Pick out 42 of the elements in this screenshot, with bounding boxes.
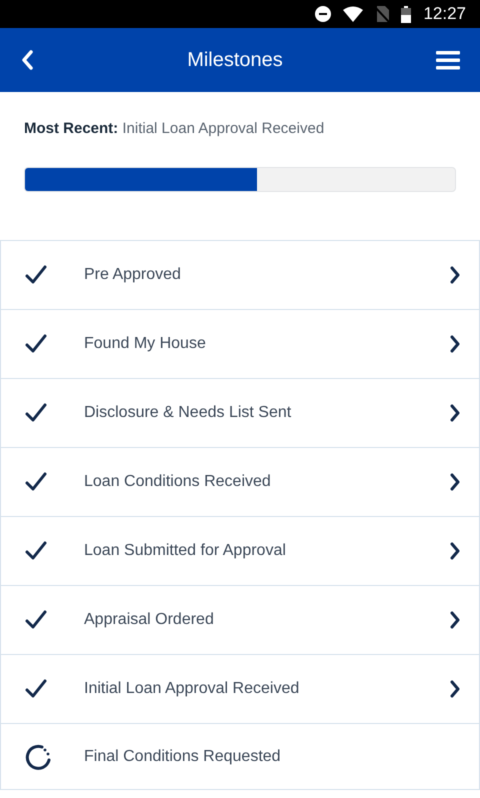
chevron-right-icon bbox=[449, 404, 461, 422]
milestone-label: Disclosure & Needs List Sent bbox=[84, 403, 292, 423]
menu-button[interactable] bbox=[436, 50, 460, 70]
milestone-label: Final Conditions Requested bbox=[84, 746, 282, 766]
chevron-right-icon bbox=[449, 680, 461, 698]
milestone-label: Loan Conditions Received bbox=[84, 472, 272, 492]
back-button[interactable] bbox=[20, 49, 34, 71]
check-icon bbox=[25, 265, 47, 285]
milestone-row[interactable]: Appraisal Ordered bbox=[0, 586, 480, 655]
milestone-row[interactable]: Disclosure & Needs List Sent bbox=[0, 379, 480, 448]
battery-icon bbox=[401, 6, 412, 22]
milestone-row[interactable]: Final Conditions Requested bbox=[0, 724, 480, 790]
check-icon bbox=[25, 541, 47, 561]
chevron-right-icon bbox=[449, 335, 461, 353]
wifi-icon bbox=[343, 6, 364, 22]
milestone-label: Initial Loan Approval Received bbox=[84, 679, 300, 699]
milestone-row[interactable]: Pre Approved bbox=[0, 241, 480, 310]
chevron-right-icon bbox=[449, 542, 461, 560]
milestone-label: Appraisal Ordered bbox=[84, 610, 215, 630]
menu-icon bbox=[436, 50, 460, 70]
check-icon bbox=[25, 610, 47, 630]
loading-spinner-icon bbox=[25, 744, 51, 770]
chevron-right-icon bbox=[449, 611, 461, 629]
milestone-label: Found My House bbox=[84, 334, 207, 354]
most-recent-text: Most Recent: Initial Loan Approval Received bbox=[24, 119, 326, 139]
milestone-label: Pre Approved bbox=[84, 265, 182, 285]
milestone-row[interactable]: Loan Submitted for Approval bbox=[0, 517, 480, 586]
check-icon bbox=[25, 679, 47, 699]
milestone-row[interactable]: Initial Loan Approval Received bbox=[0, 655, 480, 724]
milestone-row[interactable]: Found My House bbox=[0, 310, 480, 379]
chevron-right-icon bbox=[449, 266, 461, 284]
clock-time: 12:27 bbox=[423, 3, 466, 26]
milestone-row[interactable]: Loan Conditions Received bbox=[0, 448, 480, 517]
check-icon bbox=[25, 334, 47, 354]
chevron-right-icon bbox=[449, 473, 461, 491]
check-icon bbox=[25, 472, 47, 492]
milestone-label: Loan Submitted for Approval bbox=[84, 541, 287, 561]
no-sim-icon bbox=[375, 6, 390, 22]
check-icon bbox=[25, 403, 47, 423]
page-title: Milestones bbox=[187, 48, 283, 73]
do-not-disturb-icon bbox=[315, 6, 332, 22]
back-icon bbox=[20, 49, 34, 71]
